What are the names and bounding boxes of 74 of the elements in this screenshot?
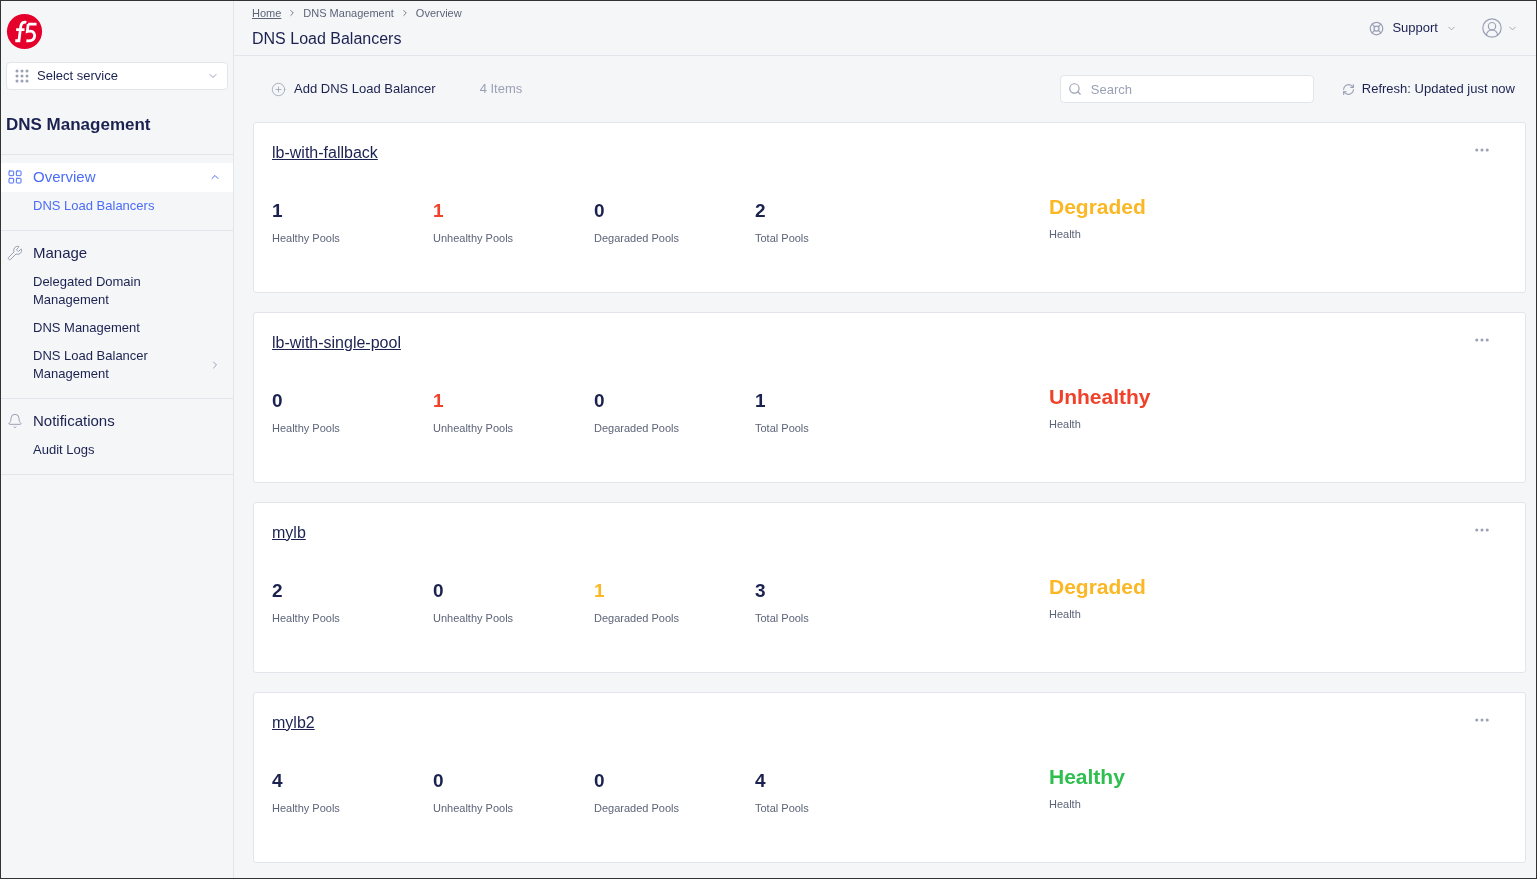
health-label: Health — [1049, 416, 1082, 432]
grid-icon — [7, 169, 23, 185]
sidebar-item[interactable]: Delegated Domain Management — [1, 267, 233, 314]
stat-value: 1 — [433, 199, 445, 223]
lifebuoy-icon — [1369, 20, 1385, 36]
support-button[interactable]: Support — [1369, 18, 1457, 38]
wrench-icon — [7, 245, 23, 261]
stat-label: Healthy Pools — [272, 230, 341, 246]
stat-label: Degaraded Pools — [594, 420, 680, 436]
health-label: Health — [1049, 796, 1082, 812]
breadcrumb-link[interactable]: Home — [252, 4, 282, 22]
refresh-icon — [1341, 82, 1355, 96]
sidebar-title: DNS Management — [5, 114, 152, 136]
search-field[interactable]: Search — [1059, 75, 1314, 103]
item-count: 4 Items — [479, 80, 524, 99]
apps-icon — [15, 69, 29, 83]
stat-value: 1 — [755, 389, 767, 413]
stat-label: Healthy Pools — [272, 610, 341, 626]
stat-label: Unhealthy Pools — [433, 420, 515, 436]
stat-value: 2 — [755, 199, 767, 223]
breadcrumb-link[interactable]: Overview — [415, 4, 462, 22]
stat-label: Total Pools — [755, 610, 810, 626]
sidebar-item[interactable]: DNS Load Balancers — [1, 191, 233, 220]
stat-value: 0 — [272, 389, 284, 413]
page-title: DNS Load Balancers — [252, 29, 403, 50]
health-status: Healthy — [1049, 764, 1125, 790]
load-balancer-link[interactable]: mylb — [272, 521, 1473, 545]
sidebar-section[interactable]: Overview — [1, 162, 233, 192]
sidebar-section[interactable]: Notifications — [1, 406, 233, 436]
stat-label: Unhealthy Pools — [433, 610, 515, 626]
stat-label: Total Pools — [755, 420, 810, 436]
stat-value: 1 — [433, 389, 445, 413]
plus-icon — [271, 81, 286, 97]
breadcrumb-link[interactable]: DNS Management — [303, 4, 394, 22]
stat-label: Degaraded Pools — [594, 230, 680, 246]
stat-value: 0 — [594, 199, 606, 223]
service-select[interactable]: Select service — [6, 62, 228, 90]
stat-value: 1 — [594, 579, 606, 603]
add-button[interactable]: Add DNS Load Balancer — [271, 79, 436, 99]
stat-value: 0 — [433, 769, 445, 793]
stat-value: 0 — [433, 579, 445, 603]
user-icon — [1481, 17, 1503, 39]
stat-label: Unhealthy Pools — [433, 230, 515, 246]
stat-label: Healthy Pools — [272, 800, 341, 816]
user-menu-button[interactable] — [1481, 17, 1518, 39]
search-icon — [1067, 82, 1082, 96]
stat-label: Unhealthy Pools — [433, 800, 515, 816]
bell-icon — [7, 413, 23, 429]
health-status: Degraded — [1049, 574, 1146, 600]
logo-icon — [6, 13, 43, 50]
health-status: Unhealthy — [1049, 384, 1151, 410]
sidebar-section[interactable]: Manage — [1, 238, 233, 268]
stat-label: Total Pools — [755, 230, 810, 246]
load-balancer-link[interactable]: mylb2 — [272, 711, 1473, 735]
load-balancer-link[interactable]: lb-with-single-pool — [272, 331, 1473, 355]
health-label: Health — [1049, 606, 1082, 622]
stat-value: 3 — [755, 579, 767, 603]
health-status: Degraded — [1049, 194, 1146, 220]
load-balancer-link[interactable]: lb-with-fallback — [272, 141, 1473, 165]
stat-value: 2 — [272, 579, 284, 603]
stat-label: Degaraded Pools — [594, 800, 680, 816]
stat-value: 4 — [272, 769, 284, 793]
stat-label: Total Pools — [755, 800, 810, 816]
sidebar-item[interactable]: Audit Logs — [1, 435, 233, 464]
stat-value: 1 — [272, 199, 284, 223]
stat-value: 0 — [594, 769, 606, 793]
sidebar-item[interactable]: DNS Load Balancer Management — [1, 341, 233, 388]
refresh-button[interactable]: Refresh: Updated just now — [1341, 79, 1515, 99]
stat-value: 4 — [755, 769, 767, 793]
sidebar-item[interactable]: DNS Management — [1, 313, 233, 342]
stat-label: Degaraded Pools — [594, 610, 680, 626]
stat-value: 0 — [594, 389, 606, 413]
health-label: Health — [1049, 226, 1082, 242]
stat-label: Healthy Pools — [272, 420, 341, 436]
